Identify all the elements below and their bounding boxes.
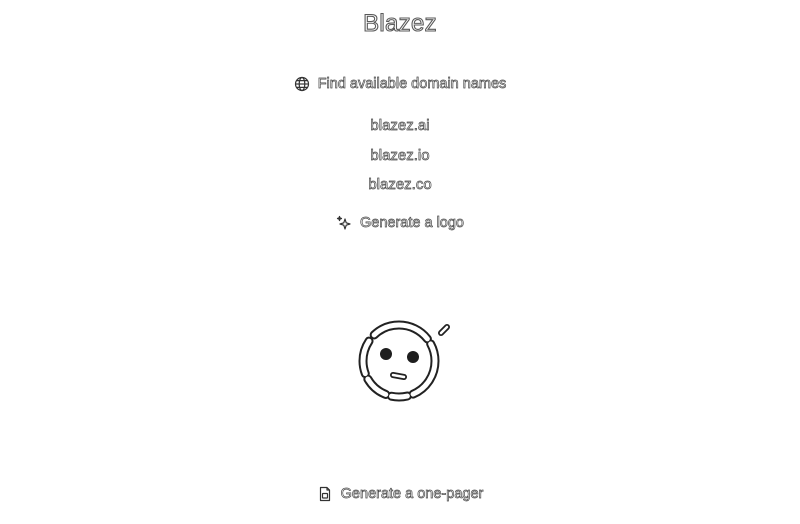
document-icon [317, 486, 333, 502]
globe-icon [294, 76, 310, 92]
domain-list: blazez.ai blazez.io blazez.co [0, 116, 800, 205]
domain-item-ai[interactable]: blazez.ai [0, 116, 800, 146]
domain-item-io[interactable]: blazez.io [0, 146, 800, 176]
generate-onepager-button[interactable]: Generate a one-pager [0, 486, 800, 502]
page: Blazez Find available domain names blaze… [0, 0, 800, 524]
generate-onepager-label: Generate a one-pager [340, 486, 484, 503]
generate-logo-button[interactable]: Generate a logo [0, 215, 800, 231]
sparkle-icon [336, 215, 352, 231]
generate-logo-label: Generate a logo [360, 215, 465, 232]
domain-item-co[interactable]: blazez.co [0, 175, 800, 205]
smiley-logo [355, 315, 451, 405]
find-domains-label: Find available domain names [317, 76, 507, 93]
find-domains-button[interactable]: Find available domain names [0, 76, 800, 92]
page-title: Blazez [363, 9, 438, 37]
